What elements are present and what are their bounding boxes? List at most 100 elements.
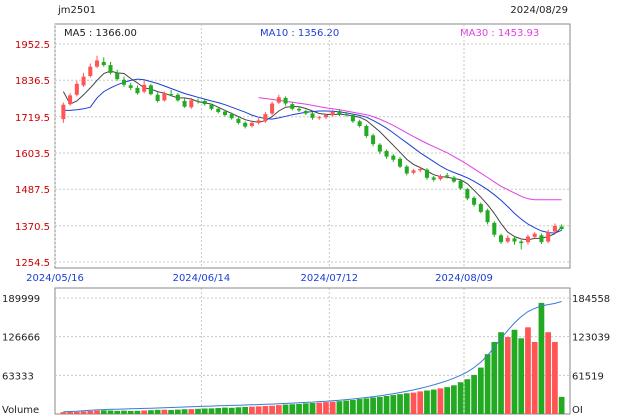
candle-body <box>344 114 349 116</box>
volume-bar <box>417 391 424 414</box>
candle-body <box>424 169 429 178</box>
volume-bar <box>107 410 114 414</box>
volume-tick-label: 126666 <box>2 333 40 344</box>
price-tick-label: 1836.5 <box>15 76 50 87</box>
volume-bar <box>343 400 350 414</box>
candle-body <box>472 197 477 205</box>
candle-body <box>283 97 288 104</box>
price-tick-label: 1254.5 <box>15 258 50 269</box>
volume-bar <box>235 407 242 414</box>
volume-bar <box>531 341 538 414</box>
ma10-label: MA10 : 1356.20 <box>260 28 339 39</box>
volume-bar <box>249 406 255 414</box>
volume-bar <box>94 410 100 414</box>
candle-body <box>243 122 248 127</box>
candle-body <box>216 108 221 112</box>
price-tick-label: 1719.5 <box>15 113 50 124</box>
volume-bar <box>262 406 269 414</box>
volume-bar <box>545 332 552 414</box>
price-y-axis: 1952.5 1836.5 1719.5 1603.5 1487.5 1370.5 1254… <box>15 40 50 269</box>
candle-body <box>135 87 140 94</box>
candle-body <box>236 118 241 123</box>
volume-bar <box>80 411 87 414</box>
candle-body <box>249 122 254 126</box>
volume-bar <box>188 409 195 414</box>
candle-body <box>81 76 86 86</box>
volume-bars <box>60 302 565 414</box>
candle-body <box>88 66 93 77</box>
volume-axis-label: Volume <box>2 405 39 416</box>
volume-bar <box>275 405 282 414</box>
volume-bar <box>424 390 430 414</box>
volume-bar <box>464 379 471 414</box>
ma10-line <box>63 78 562 234</box>
candle-body <box>263 114 268 122</box>
candle-body <box>418 169 423 171</box>
volume-bar <box>477 367 484 414</box>
symbol-label: jm2501 <box>57 5 96 16</box>
candle-body <box>209 104 214 109</box>
volume-bar <box>451 385 457 414</box>
candle-body <box>337 110 342 115</box>
candle-body <box>438 175 443 180</box>
oi-tick-label: 61519 <box>572 371 604 382</box>
volume-bar <box>282 404 289 414</box>
candle-body <box>519 241 524 244</box>
candle-body <box>189 100 194 108</box>
volume-bar <box>558 396 565 414</box>
volume-bar <box>67 412 73 414</box>
volume-bar <box>430 389 437 414</box>
volume-bar <box>552 341 558 414</box>
date-label: 2024/08/29 <box>510 5 568 16</box>
candle-body <box>525 236 530 243</box>
candle-body <box>175 94 180 101</box>
volume-bar <box>323 402 329 414</box>
candle-body <box>377 144 382 152</box>
candle-body <box>492 222 497 235</box>
candle-body <box>155 94 160 101</box>
price-tick-label: 1952.5 <box>15 40 50 51</box>
candle-body <box>128 85 133 88</box>
oi-axis-label: OI <box>572 405 583 416</box>
volume-bar <box>302 403 309 414</box>
volume-bar <box>148 410 154 414</box>
date-tick-label: 2024/08/09 <box>435 273 493 284</box>
volume-bar <box>127 410 134 414</box>
candle-body <box>391 155 396 160</box>
candle-body <box>364 125 369 136</box>
price-tick-label: 1603.5 <box>15 149 50 160</box>
candle-body <box>431 177 436 180</box>
volume-tick-label: 189999 <box>2 294 40 305</box>
candle-body <box>505 237 510 242</box>
candle-body <box>465 189 470 199</box>
candle-body <box>371 135 376 145</box>
candle-body <box>95 60 100 67</box>
volume-bar <box>168 410 174 414</box>
volume-bar <box>525 327 531 414</box>
candle-body <box>546 232 551 242</box>
candle-body <box>256 120 261 123</box>
candle-body <box>323 115 328 118</box>
candle-body <box>142 84 147 92</box>
volume-bar <box>208 408 215 414</box>
candle-body <box>68 95 73 105</box>
candle-body <box>276 97 281 103</box>
volume-bar <box>296 403 302 414</box>
volume-bar <box>356 399 363 414</box>
candle-body <box>532 233 537 237</box>
volume-bar <box>60 412 67 414</box>
volume-bar <box>215 408 222 414</box>
date-x-axis: 2024/05/16 2024/06/14 2024/07/12 2024/08/09 <box>26 273 493 284</box>
volume-bar <box>222 407 228 414</box>
candle-body <box>411 170 416 173</box>
volume-bar <box>376 396 383 414</box>
candle-body <box>384 150 389 157</box>
candle-body <box>499 235 504 243</box>
volume-bar <box>316 402 323 414</box>
candle-body <box>512 238 517 242</box>
candle-body <box>559 226 564 230</box>
candle-body <box>451 177 456 182</box>
volume-bar <box>73 411 80 414</box>
volume-bar <box>363 398 370 414</box>
candle-body <box>297 108 302 111</box>
